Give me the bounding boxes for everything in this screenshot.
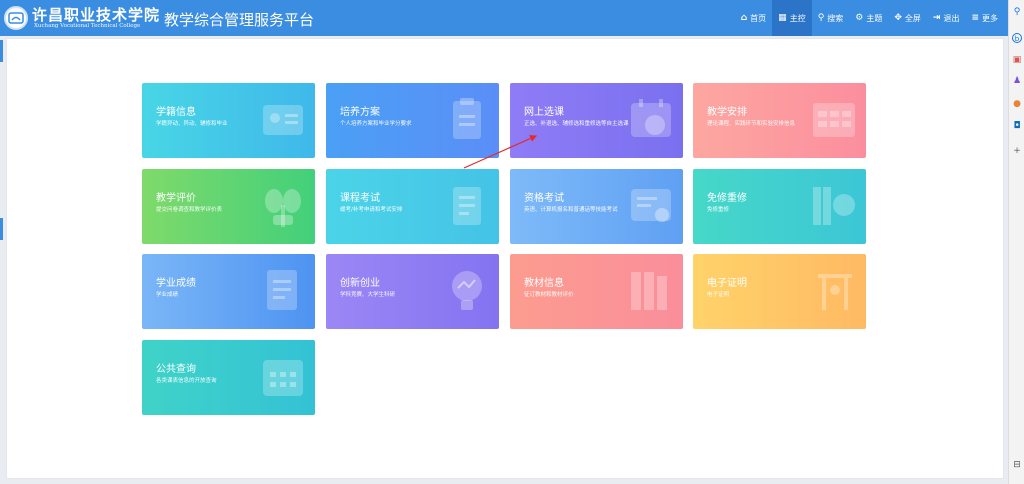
left-edge-indicator	[0, 40, 3, 62]
nav-label: 退出	[943, 13, 960, 23]
card-description: 理论课程、实践环节和实验安排信息	[707, 121, 796, 127]
card-title: 网上选课	[524, 107, 564, 118]
school-name: 许昌职业技术学院	[32, 6, 161, 24]
module-card[interactable]: 教学安排理论课程、实践环节和实验安排信息	[693, 83, 866, 158]
module-card[interactable]: 教材信息征订教材和教材评价	[510, 254, 683, 329]
card-description: 各类课表信息的开放查询	[156, 378, 217, 384]
card-description: 电子证明	[707, 292, 730, 298]
search-icon: ⚲	[817, 13, 825, 23]
nav-theme[interactable]: ⚙ 主题	[849, 0, 888, 36]
easel-icon	[818, 274, 852, 310]
module-card[interactable]: 创新创业学科竞赛、大学生科研	[326, 254, 499, 329]
nav-logout[interactable]: ⇥ 退出	[927, 0, 966, 36]
card-title: 资格考试	[524, 193, 564, 204]
timetable-icon	[813, 103, 855, 137]
nav-label: 首页	[750, 13, 767, 23]
card-title: 公共查询	[156, 364, 196, 375]
module-card[interactable]: 免修重修 免修重修	[693, 169, 866, 244]
top-header: 许昌职业技术学院 Xuchang Vocational Technical Co…	[0, 0, 1008, 36]
plant-icon	[265, 189, 301, 227]
bulb-icon	[452, 271, 482, 310]
document-icon	[453, 98, 481, 139]
books-icon	[813, 187, 855, 225]
nav-label: 主控	[789, 13, 806, 23]
add-icon[interactable]: +	[1012, 146, 1022, 156]
nav-label: 全屏	[904, 13, 921, 23]
id-card-icon	[263, 105, 303, 135]
school-name-english: Xuchang Vocational Technical College	[34, 23, 141, 29]
card-title: 培养方案	[340, 107, 380, 118]
card-description: 学业成绩	[156, 292, 179, 298]
nav-label: 搜索	[827, 13, 844, 23]
menu-icon: ≡	[971, 13, 979, 23]
nav-label: 更多	[982, 13, 998, 23]
module-card[interactable]: 培养方案个人培养方案和毕业学分要求	[326, 83, 499, 158]
fullscreen-icon: ✥	[894, 13, 902, 23]
nav-fullscreen[interactable]: ✥ 全屏	[888, 0, 927, 36]
calendar-hand-icon	[631, 99, 671, 137]
grid-icon: ▦	[778, 13, 787, 23]
scroll-icon	[453, 187, 481, 225]
card-description: 正选、补退选、辅修选和重修选等自主选课	[524, 121, 629, 127]
home-icon: ⌂	[740, 13, 748, 23]
card-description: 学籍异动、异动、辅修和毕业	[156, 121, 228, 127]
school-logo-icon	[4, 6, 28, 30]
calendar-icon	[263, 360, 303, 396]
card-description: 免修重修	[707, 207, 730, 213]
theme-icon: ⚙	[855, 13, 864, 23]
people-icon[interactable]: ♟	[1012, 76, 1022, 86]
card-title: 学业成绩	[156, 278, 196, 289]
nav-label: 主题	[866, 13, 883, 23]
card-description: 英语、计算机报名和普通话等技能考试	[524, 207, 618, 213]
card-title: 教材信息	[524, 278, 564, 289]
module-card[interactable]: 课程考试缓考/补考申请和考试安排	[326, 169, 499, 244]
module-card[interactable]: 网上选课正选、补退选、辅修选和重修选等自主选课	[510, 83, 683, 158]
nav-home[interactable]: ⌂ 首页	[735, 0, 772, 36]
office-icon[interactable]: ●	[1012, 99, 1022, 109]
card-title: 电子证明	[707, 278, 747, 289]
module-card[interactable]: 资格考试英语、计算机报名和普通话等技能考试	[510, 169, 683, 244]
card-title: 创新创业	[340, 278, 380, 289]
nav-menu[interactable]: ≡ 更多	[965, 0, 1004, 36]
card-title: 免修重修	[707, 193, 747, 204]
textbook-icon	[631, 272, 667, 310]
card-description: 提交问卷调查和教学评价表	[156, 207, 223, 213]
card-description: 缓考/补考申请和考试安排	[340, 207, 403, 213]
module-card[interactable]: 电子证明 电子证明	[693, 254, 866, 329]
platform-title: 教学综合管理服务平台	[164, 11, 315, 29]
search-icon[interactable]: ⚲	[1012, 7, 1022, 17]
left-edge-indicator	[0, 218, 3, 240]
card-title: 教学安排	[707, 107, 747, 118]
logout-icon: ⇥	[932, 13, 941, 23]
report-icon	[267, 270, 297, 310]
nav-grid[interactable]: ▦ 主控	[772, 0, 812, 36]
top-nav: ⌂ 首页 ▦ 主控 ⚲ 搜索 ⚙ 主题 ✥ 全屏 ⇥ 退出 ≡ 更多	[735, 0, 1004, 36]
module-grid: 学籍信息 学籍异动、异动、辅修和毕业 培养方案 个人培养方案和毕业学分要求 网上选课 正选…	[142, 83, 866, 417]
card-description: 征订教材和教材评价	[524, 292, 574, 298]
module-card[interactable]: 学业成绩 学业成绩	[142, 254, 315, 329]
certificate-icon	[631, 189, 671, 222]
module-card[interactable]: 学籍信息学籍异动、异动、辅修和毕业	[142, 83, 315, 158]
module-card[interactable]: 公共查询各类课表信息的开放查询	[142, 340, 315, 415]
toolbox-icon[interactable]: ▣	[1012, 55, 1022, 65]
module-card[interactable]: 教学评价提交问卷调查和教学评价表	[142, 169, 315, 244]
bing-icon[interactable]: b	[1012, 33, 1022, 43]
card-title: 教学评价	[156, 193, 196, 204]
card-description: 个人培养方案和毕业学分要求	[340, 121, 412, 127]
browser-side-toolbar: ⚲ b ▣ ♟ ● ◘ + ⊟	[1008, 0, 1024, 484]
nav-search[interactable]: ⚲ 搜索	[812, 0, 850, 36]
card-title: 学籍信息	[156, 107, 196, 118]
card-description: 学科竞赛、大学生科研	[340, 292, 396, 298]
sidebar-toggle-icon[interactable]: ⊟	[1012, 460, 1022, 470]
card-title: 课程考试	[340, 193, 380, 204]
outlook-icon[interactable]: ◘	[1012, 121, 1022, 131]
